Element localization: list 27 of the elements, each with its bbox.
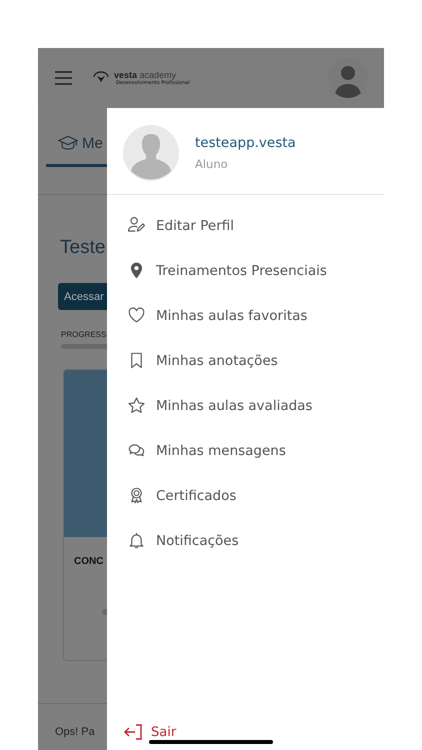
menu-item[interactable]: Editar Perfil (107, 203, 384, 248)
card-title: CONC (74, 556, 104, 567)
menu-item[interactable]: Treinamentos Presenciais (107, 248, 384, 293)
logout-button[interactable]: Sair (107, 724, 176, 750)
menu-item[interactable]: Minhas mensagens (107, 428, 384, 473)
bell-icon (127, 531, 146, 550)
access-button[interactable]: Acessar (58, 283, 107, 310)
menu-item[interactable]: Minhas aulas avaliadas (107, 383, 384, 428)
star-icon (127, 396, 146, 415)
logout-icon (123, 724, 143, 740)
course-title: Teste (60, 237, 106, 259)
graduation-cap-icon (58, 134, 78, 152)
footer-text: Ops! Pa (55, 726, 96, 738)
progress-label: PROGRESS (61, 330, 107, 339)
avatar-icon (123, 125, 179, 181)
menu-icon[interactable] (55, 71, 72, 85)
menu-item[interactable]: Notificações (107, 518, 384, 563)
progress-track (61, 344, 107, 349)
user-role: Aluno (195, 157, 229, 171)
menu-item[interactable]: Certificados (107, 473, 384, 518)
user-name: testeapp.vesta (195, 135, 296, 151)
heart-icon (127, 306, 146, 325)
menu-item[interactable]: Minhas anotações (107, 338, 384, 383)
course-card[interactable]: CONC (63, 369, 107, 661)
tab-underline (46, 164, 107, 167)
menu-item[interactable]: Minhas aulas favoritas (107, 293, 384, 338)
logo-text: vesta academy (114, 70, 178, 80)
